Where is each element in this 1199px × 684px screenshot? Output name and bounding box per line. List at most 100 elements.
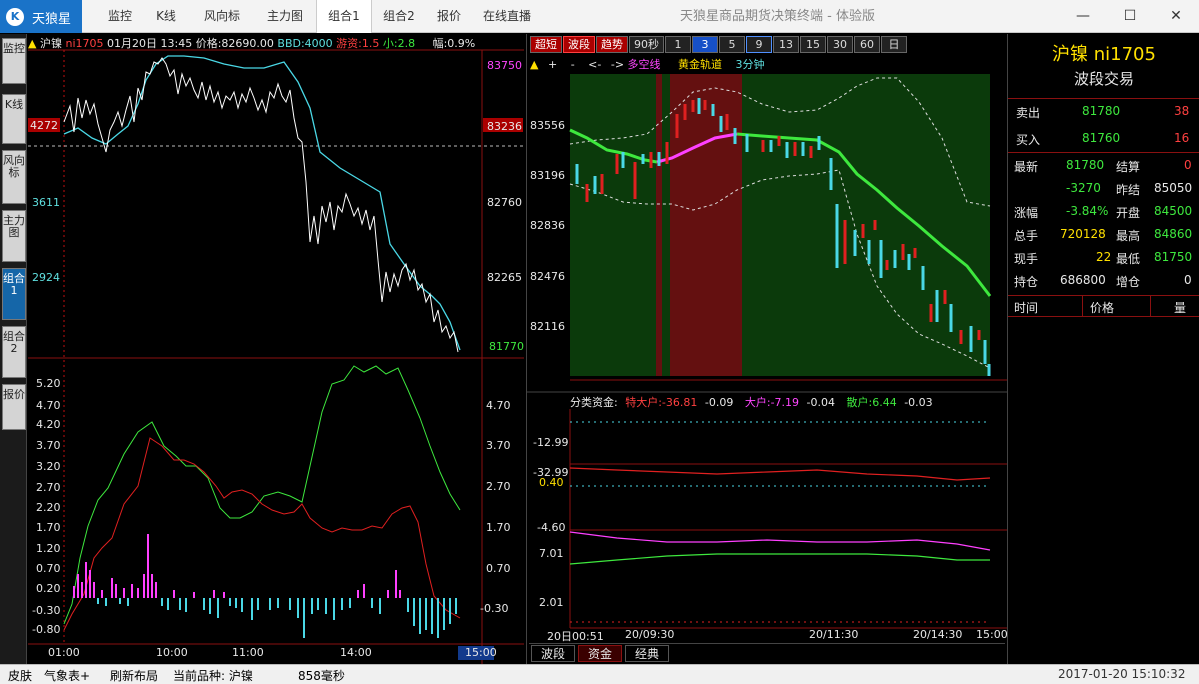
side-tab-quote[interactable]: 报价 xyxy=(2,384,26,430)
kline-panel: 超短 波段 趋势 90秒 1 3 5 9 13 15 30 60 日 ▲ + - <- -> 多空线 黄… xyxy=(526,34,1008,664)
fund-label-0: -12.99 xyxy=(533,436,569,449)
time-label-0: 01:00 xyxy=(48,646,80,659)
osc-left-11: -0.30 xyxy=(32,604,61,617)
fund-label-5: 2.01 xyxy=(539,596,564,609)
quote-row-position: 持仓 686800 增仓 0 xyxy=(1008,269,1199,292)
osc-right-0: 4.70 xyxy=(486,399,511,412)
side-tab-combo2[interactable]: 组合2 xyxy=(2,326,26,378)
price-label-3: 82760 xyxy=(487,196,522,209)
time-label-1: 10:00 xyxy=(156,646,188,659)
tab-swing[interactable]: 波段 xyxy=(531,645,575,662)
tab-fund[interactable]: 资金 xyxy=(578,645,622,662)
app-logo[interactable]: K 天狼星 xyxy=(0,0,82,33)
bottom-tabs: 波段 资金 经典 xyxy=(529,643,1005,662)
label-high: 最高 xyxy=(1116,229,1141,243)
intraday-panel: ▲ 沪镍 ni1705 01月20日 13:45 价格:82690.00 BBD… xyxy=(28,34,524,664)
osc-left-6: 2.20 xyxy=(36,501,61,514)
buy-row: 买入 81760 16 xyxy=(1008,127,1199,150)
price-label-4: 82265 xyxy=(487,271,522,284)
fund-dh: 大户:-7.19 xyxy=(744,396,800,409)
divider xyxy=(1008,98,1199,99)
fund-label-2: 0.40 xyxy=(539,476,564,489)
value-high: 84860 xyxy=(1154,227,1193,241)
kline-time-2: 20/11:30 xyxy=(809,628,859,641)
nav-monitor[interactable]: 监控 xyxy=(95,0,145,33)
refresh-layout-button[interactable]: 刷新布局 xyxy=(110,667,158,684)
buy-label: 买入 xyxy=(1016,133,1041,147)
osc-right-2: 2.70 xyxy=(486,480,511,493)
osc-left-12: -0.80 xyxy=(32,623,61,636)
side-tab-monitor[interactable]: 监控 xyxy=(2,38,26,84)
quote-title: 沪镍 ni1705 xyxy=(1052,44,1156,65)
osc-left-1: 4.70 xyxy=(36,399,61,412)
quote-row-pct: 涨幅 -3.84% 开盘 84500 xyxy=(1008,200,1199,223)
label-current-volume: 现手 xyxy=(1014,252,1039,266)
col-price: 价格 xyxy=(1090,301,1115,315)
window-title: 天狼星商品期货决策终端 - 体验版 xyxy=(680,9,875,24)
osc-left-8: 1.20 xyxy=(36,542,61,555)
osc-right-3: 1.70 xyxy=(486,521,511,534)
left-label-1: 4272 xyxy=(30,119,58,132)
skin-button[interactable]: 皮肤 xyxy=(8,667,32,684)
minimize-icon[interactable]: — xyxy=(1060,0,1106,33)
time-label-3: 14:00 xyxy=(340,646,372,659)
fund-label-4: 7.01 xyxy=(539,547,564,560)
nav-combo1[interactable]: 组合1 xyxy=(316,0,372,33)
label-low: 最低 xyxy=(1116,252,1141,266)
label-open: 开盘 xyxy=(1116,206,1141,220)
clock: 2017-01-20 15:10:32 xyxy=(1058,667,1186,681)
nav-quote[interactable]: 报价 xyxy=(425,0,473,33)
close-icon[interactable]: ✕ xyxy=(1153,0,1199,33)
nav-main-chart[interactable]: 主力图 xyxy=(254,0,316,33)
side-tab-kline[interactable]: K线 xyxy=(2,94,26,144)
nav-combo2[interactable]: 组合2 xyxy=(373,0,425,33)
left-label-3: 2924 xyxy=(32,271,60,284)
osc-right-5: -0.30 xyxy=(480,602,509,615)
value-current-volume: 22 xyxy=(1096,250,1112,264)
col-volume: 量 xyxy=(1174,301,1187,315)
kline-time-1: 20/09:30 xyxy=(625,628,675,641)
title-bar: K 天狼星 监控 K线 风向标 主力图 组合1 组合2 报价 在线直播 天狼星商… xyxy=(0,0,1199,33)
kline-price-4: 82116 xyxy=(530,320,565,333)
sell-volume: 38 xyxy=(1174,104,1190,118)
osc-left-3: 3.70 xyxy=(36,439,61,452)
nav-wind[interactable]: 风向标 xyxy=(190,0,254,33)
label-settle: 结算 xyxy=(1116,160,1141,174)
quote-panel: 沪镍 ni1705 波段交易 卖出 81780 38 买入 81760 16 最… xyxy=(1007,34,1199,664)
value-open: 84500 xyxy=(1154,204,1193,218)
nav-kline[interactable]: K线 xyxy=(145,0,187,33)
kline-time-3: 20/14:30 xyxy=(913,628,963,641)
value-position-change: 0 xyxy=(1184,273,1192,287)
osc-left-10: 0.20 xyxy=(36,582,61,595)
col-divider xyxy=(1150,296,1151,317)
value-settle: 0 xyxy=(1184,158,1192,172)
fund-tdh-val: -0.09 xyxy=(704,396,734,409)
fund-sh: 散户:6.44 xyxy=(846,396,897,409)
label-pct: 涨幅 xyxy=(1014,206,1039,220)
quote-row-latest: 最新 81780 结算 0 xyxy=(1008,154,1199,177)
tab-classic[interactable]: 经典 xyxy=(625,645,669,662)
value-change: -3270 xyxy=(1066,181,1101,195)
left-label-2: 3611 xyxy=(32,196,60,209)
value-position: 686800 xyxy=(1060,273,1106,287)
label-position-change: 增仓 xyxy=(1116,275,1141,289)
label-prev-settle: 昨结 xyxy=(1116,183,1141,197)
side-tab-wind[interactable]: 风向标 xyxy=(2,150,26,204)
maximize-icon[interactable]: ☐ xyxy=(1107,0,1153,33)
logo-icon: K xyxy=(6,8,24,26)
fund-tdh: 特大户:-36.81 xyxy=(625,396,698,409)
price-label-current: 83236 xyxy=(487,120,522,133)
fund-header: 分类资金: 特大户:-36.81 -0.09 大户:-7.19 -0.04 散户… xyxy=(570,394,933,410)
osc-left-0: 5.20 xyxy=(36,377,61,390)
side-tab-combo1[interactable]: 组合1 xyxy=(2,268,26,320)
label-position: 持仓 xyxy=(1014,275,1039,289)
side-tab-main-chart[interactable]: 主力图 xyxy=(2,210,26,262)
weather-button[interactable]: 气象表+ xyxy=(44,667,90,684)
buy-price: 81760 xyxy=(1082,131,1121,145)
sell-row: 卖出 81780 38 xyxy=(1008,100,1199,123)
col-divider xyxy=(1082,296,1083,317)
osc-left-9: 0.70 xyxy=(36,562,61,575)
osc-right-1: 3.70 xyxy=(486,439,511,452)
side-tabs: 监控 K线 风向标 主力图 组合1 组合2 报价 xyxy=(0,34,27,664)
nav-live[interactable]: 在线直播 xyxy=(473,0,541,33)
